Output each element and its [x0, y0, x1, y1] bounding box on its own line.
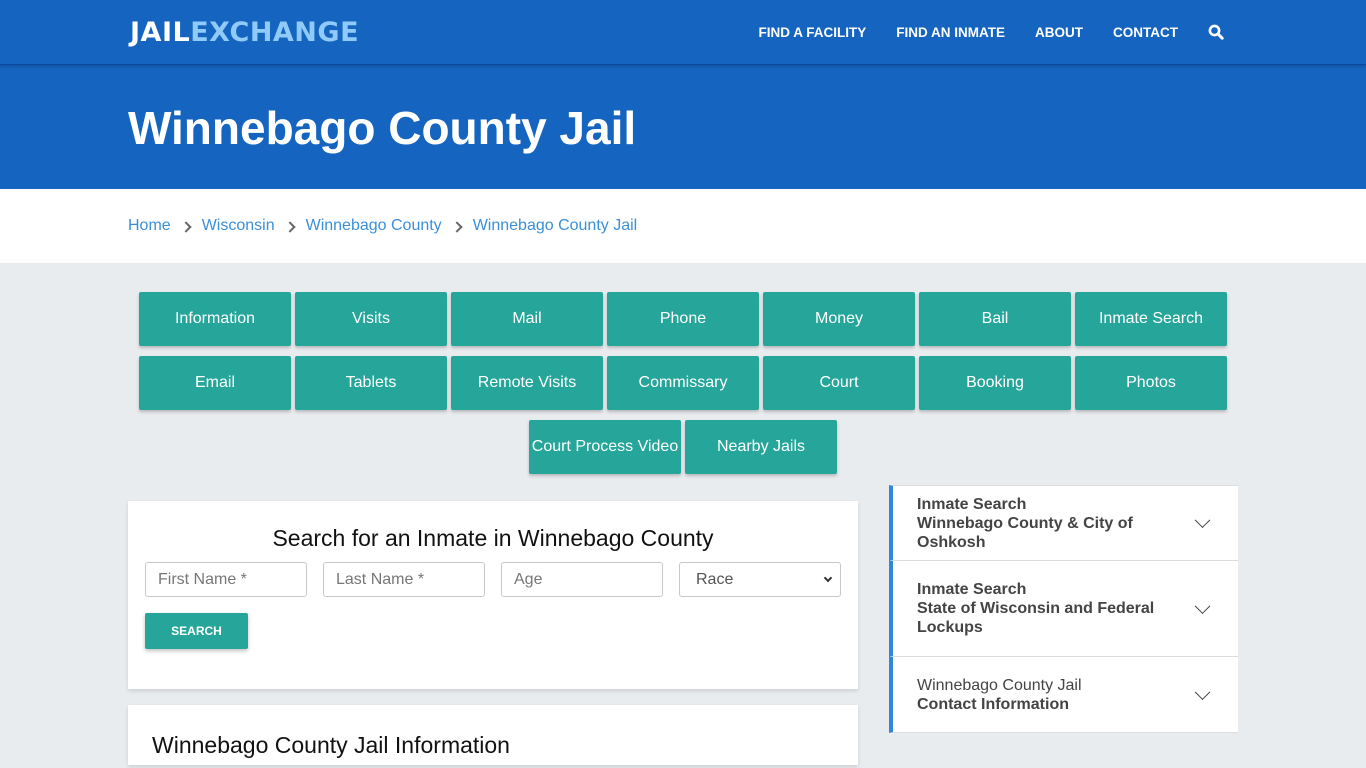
breadcrumb-wisconsin[interactable]: Wisconsin	[202, 217, 275, 235]
breadcrumb-bar: Home Wisconsin Winnebago County Winnebag…	[0, 189, 1366, 263]
chevron-right-icon	[451, 220, 463, 233]
accordion-subheading: Contact Information	[917, 695, 1069, 713]
title-banner: Winnebago County Jail	[0, 64, 1366, 189]
tile-photos[interactable]: Photos	[1075, 356, 1227, 410]
top-navbar: JAILEXCHANGE FIND A FACILITY FIND AN INM…	[0, 0, 1366, 64]
accordion-contact-information[interactable]: Winnebago County Jail Contact Informatio…	[889, 657, 1238, 733]
chevron-right-icon	[283, 220, 296, 233]
breadcrumb-winnebago-county-jail[interactable]: Winnebago County Jail	[473, 217, 638, 235]
sidebar-accordion: Inmate Search Winnebago County & City of…	[889, 485, 1238, 765]
breadcrumb-winnebago-county[interactable]: Winnebago County	[306, 217, 442, 235]
jail-information-card: Winnebago County Jail Information	[128, 705, 858, 765]
search-fields: Race	[145, 562, 841, 597]
accordion-county-inmate-search[interactable]: Inmate Search Winnebago County & City of…	[889, 485, 1238, 561]
logo-jail-text: JAIL	[130, 16, 191, 48]
nav-find-an-inmate[interactable]: FIND AN INMATE	[896, 25, 1005, 40]
tile-tablets[interactable]: Tablets	[295, 356, 447, 410]
tile-court-process-video[interactable]: Court Process Video	[529, 420, 681, 474]
tile-booking[interactable]: Booking	[919, 356, 1071, 410]
accordion-heading: Inmate Search	[917, 581, 1027, 598]
accordion-subheading: State of Wisconsin and Federal Lockups	[917, 600, 1155, 636]
tile-commissary[interactable]: Commissary	[607, 356, 759, 410]
site-logo[interactable]: JAILEXCHANGE	[130, 17, 359, 48]
tile-inmate-search[interactable]: Inmate Search	[1075, 292, 1227, 346]
tile-email[interactable]: Email	[139, 356, 291, 410]
chevron-right-icon	[180, 220, 192, 233]
accordion-heading: Winnebago County Jail	[917, 676, 1082, 694]
search-icon[interactable]	[1208, 24, 1224, 40]
tile-court[interactable]: Court	[763, 356, 915, 410]
main-nav: FIND A FACILITY FIND AN INMATE ABOUT CON…	[729, 0, 1225, 64]
info-section-title: Winnebago County Jail Information	[152, 732, 510, 758]
chevron-down-icon	[1194, 512, 1211, 529]
accordion-subheading: Winnebago County & City of Oshkosh	[917, 514, 1133, 551]
nav-find-a-facility[interactable]: FIND A FACILITY	[759, 25, 867, 40]
accordion-heading: Inmate Search	[917, 495, 1027, 513]
first-name-input[interactable]	[145, 562, 307, 597]
tile-nearby-jails[interactable]: Nearby Jails	[685, 420, 837, 474]
logo-exchange-text: EXCHANGE	[190, 16, 360, 48]
tile-information[interactable]: Information	[139, 292, 291, 346]
facility-links-grid: Information Visits Mail Phone Money Bail…	[137, 292, 1229, 484]
last-name-input[interactable]	[323, 562, 485, 597]
tile-visits[interactable]: Visits	[295, 292, 447, 346]
tile-money[interactable]: Money	[763, 292, 915, 346]
inmate-search-card: Search for an Inmate in Winnebago County…	[128, 501, 858, 689]
nav-about[interactable]: ABOUT	[1035, 25, 1083, 40]
race-select[interactable]: Race	[679, 562, 841, 597]
breadcrumb: Home Wisconsin Winnebago County Winnebag…	[128, 217, 637, 235]
nav-contact[interactable]: CONTACT	[1113, 25, 1178, 40]
age-input[interactable]	[501, 562, 663, 597]
accordion-state-federal-inmate-search[interactable]: Inmate Search State of Wisconsin and Fed…	[889, 561, 1238, 657]
page-title: Winnebago County Jail	[128, 102, 637, 154]
chevron-down-icon	[1194, 683, 1211, 700]
tile-bail[interactable]: Bail	[919, 292, 1071, 346]
breadcrumb-home[interactable]: Home	[128, 217, 171, 235]
race-select-value: Race	[679, 562, 841, 597]
tile-remote-visits[interactable]: Remote Visits	[451, 356, 603, 410]
chevron-down-icon	[1194, 597, 1211, 614]
search-card-title: Search for an Inmate in Winnebago County	[272, 525, 714, 551]
tile-phone[interactable]: Phone	[607, 292, 759, 346]
tile-mail[interactable]: Mail	[451, 292, 603, 346]
search-button[interactable]: SEARCH	[145, 613, 248, 649]
